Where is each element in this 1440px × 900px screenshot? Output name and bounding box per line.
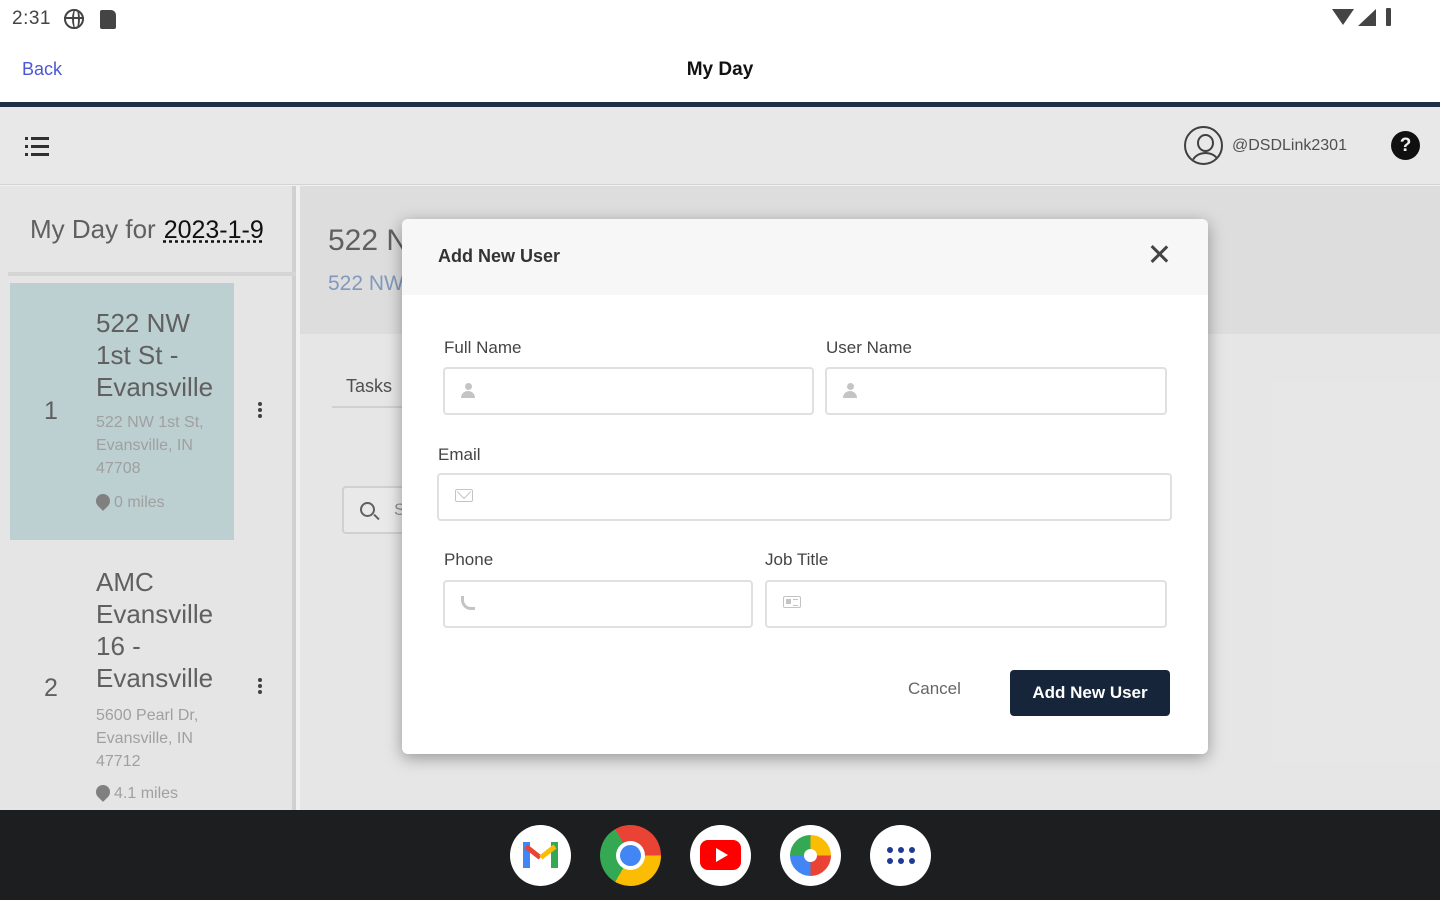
full-name-input[interactable] [485, 369, 802, 413]
cancel-button[interactable]: Cancel [908, 679, 961, 699]
email-input[interactable] [479, 475, 1160, 519]
battery-icon [1386, 8, 1391, 26]
globe-icon [64, 9, 84, 29]
user-icon [843, 383, 857, 399]
phone-icon [461, 596, 475, 610]
job-title-input[interactable] [807, 582, 1155, 626]
email-label: Email [438, 445, 481, 464]
close-icon[interactable] [1150, 245, 1168, 263]
job-title-label: Job Title [765, 550, 829, 569]
user-name-label: User Name [826, 338, 912, 357]
photos-icon[interactable] [780, 825, 841, 886]
youtube-icon[interactable] [690, 825, 751, 886]
status-time: 2:31 [12, 8, 51, 29]
user-name-field [825, 367, 1167, 415]
add-new-user-button[interactable]: Add New User [1010, 670, 1170, 716]
app-launcher-icon[interactable] [870, 825, 931, 886]
envelope-icon [455, 489, 473, 502]
full-name-field [443, 367, 814, 415]
page-title: My Day [686, 59, 754, 80]
dialog-header: Add New User [402, 219, 1208, 295]
wifi-icon [1332, 9, 1354, 25]
chrome-icon[interactable] [600, 825, 661, 886]
add-user-dialog: Add New User Full Name User Name Email P… [402, 219, 1208, 754]
status-bar: 2:31 [0, 0, 1440, 40]
email-field [437, 473, 1172, 521]
app-header: Back My Day [0, 40, 1440, 102]
id-card-icon [783, 596, 801, 608]
phone-label: Phone [444, 550, 494, 569]
cell-signal-icon [1358, 9, 1376, 26]
user-name-input[interactable] [867, 369, 1155, 413]
job-title-field [765, 580, 1167, 628]
phone-field [443, 580, 753, 628]
user-icon [461, 383, 475, 399]
full-name-label: Full Name [444, 338, 522, 357]
taskbar [0, 810, 1440, 900]
gmail-icon[interactable] [510, 825, 571, 886]
dialog-title: Add New User [438, 246, 561, 266]
phone-input[interactable] [485, 582, 741, 626]
sd-card-icon [100, 10, 116, 29]
